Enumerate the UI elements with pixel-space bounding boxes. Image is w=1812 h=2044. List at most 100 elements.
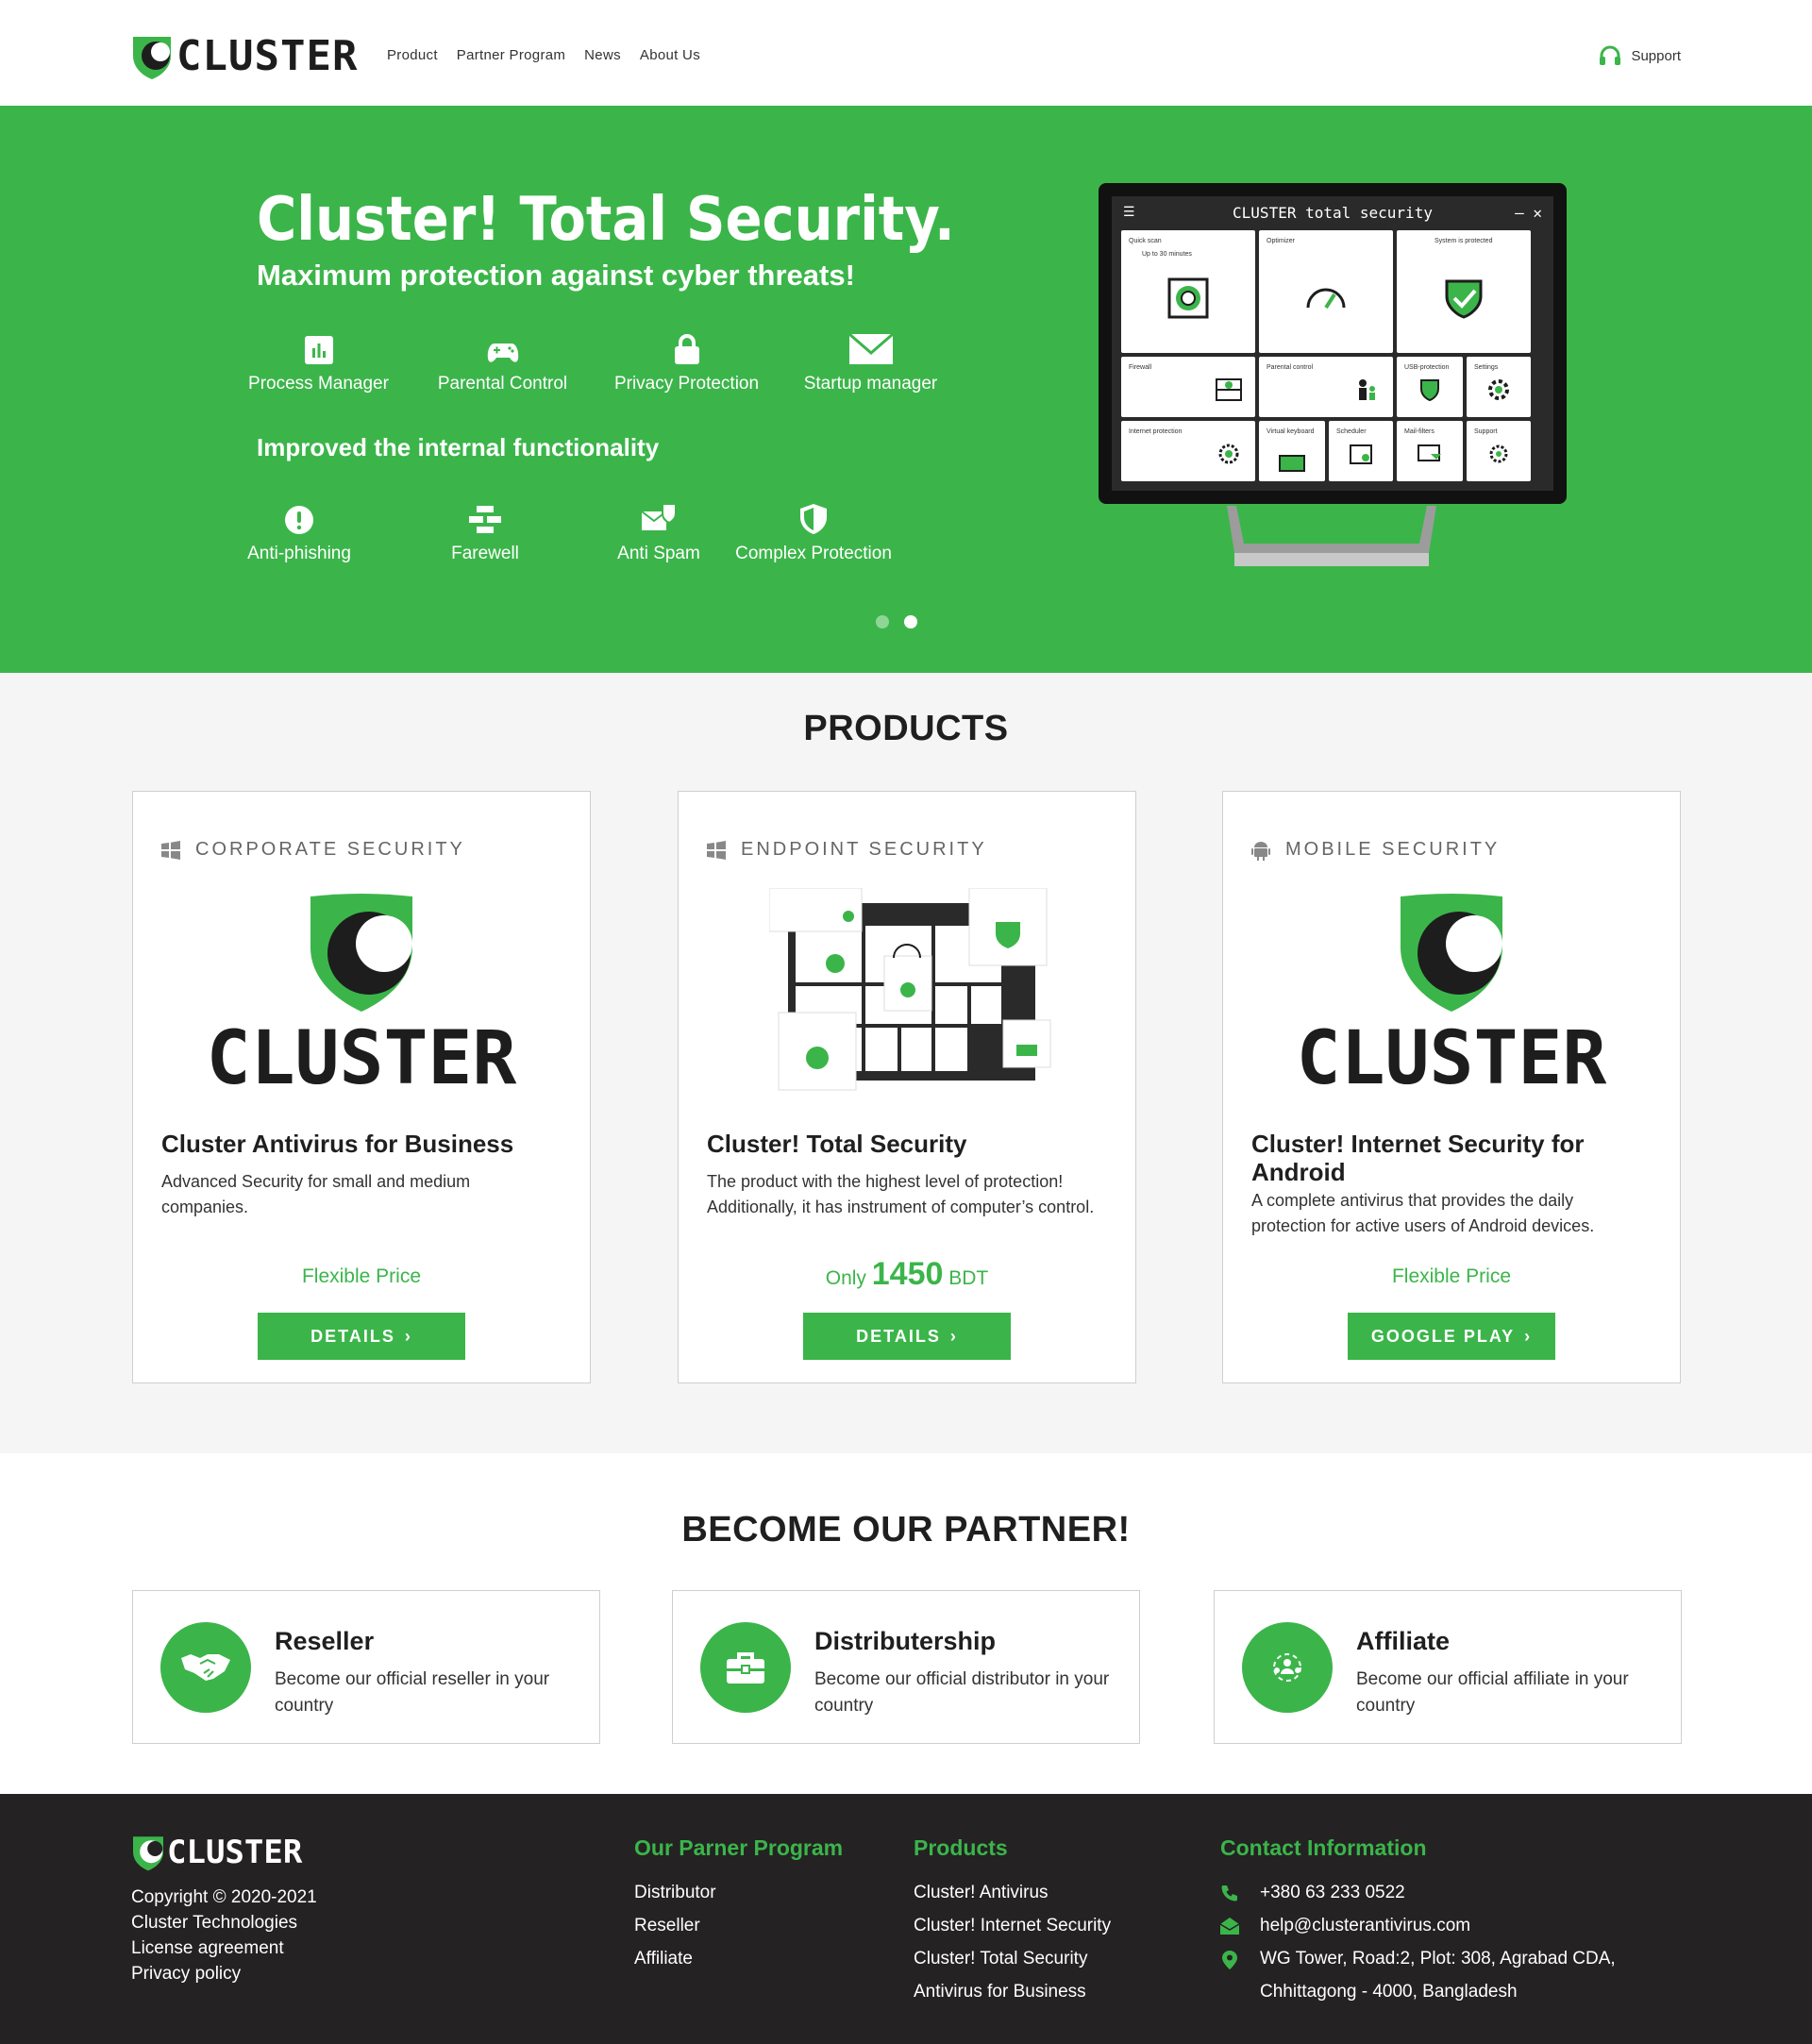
cluster-shield-icon	[310, 894, 412, 1012]
partner-card-reseller[interactable]: Reseller Become our official reseller in…	[132, 1590, 600, 1744]
site-footer: CLUSTER Copyright © 2020-2021 Cluster Te…	[0, 1794, 1812, 2044]
android-icon	[1251, 841, 1270, 861]
nav-news[interactable]: News	[584, 47, 621, 63]
footer-link-internet-security[interactable]: Cluster! Internet Security	[914, 1909, 1111, 1942]
product-price: Only 1450 BDT	[825, 1256, 989, 1292]
lock-icon	[674, 334, 699, 364]
product-desc: Advanced Security for small and medium c…	[161, 1172, 471, 1216]
address-line-2: Chhittagong - 4000, Bangladesh	[1260, 1982, 1518, 2002]
feature-label: Farewell	[451, 544, 519, 563]
partner-card-desc: Become our official affiliate in your co…	[1356, 1669, 1629, 1716]
windows-icon	[707, 840, 726, 860]
product-card-endpoint: ENDPOINT SECURITY Cluster! Total Securit…	[678, 791, 1136, 1383]
partner-section: BECOME OUR PARTNER! Reseller Become our …	[0, 1453, 1812, 1794]
map-pin-icon	[1222, 1951, 1237, 1969]
tile-scheduler: Scheduler	[1329, 421, 1393, 481]
tile-optimizer: Optimizer	[1259, 230, 1393, 353]
details-button[interactable]: DETAILS ›	[803, 1313, 1011, 1360]
firewall-icon	[469, 506, 501, 533]
app-screen: ☰ CLUSTER total security – ✕ Quick scan U…	[1112, 196, 1553, 491]
carousel-dot-1[interactable]	[876, 615, 889, 628]
footer-link-total-security[interactable]: Cluster! Total Security	[914, 1942, 1111, 1975]
shield-icon	[800, 504, 827, 534]
hero-subtitle: Maximum protection against cyber threats…	[257, 259, 855, 292]
tile-system-protected: System is protected	[1397, 230, 1531, 353]
address-line-1: WG Tower, Road:2, Plot: 308, Agrabad CDA…	[1260, 1949, 1616, 1969]
product-logo: CLUSTER	[133, 891, 590, 1101]
hero-banner: Cluster! Total Security. Maximum protect…	[0, 106, 1812, 673]
phone-number[interactable]: +380 63 233 0522	[1260, 1876, 1405, 1909]
menu-icon: ☰	[1123, 205, 1135, 220]
firewall-icon	[1215, 378, 1242, 402]
logo-text: CLUSTER	[176, 32, 359, 80]
product-category: CORPORATE SECURITY	[161, 839, 465, 861]
monitor-stand	[1227, 506, 1436, 566]
footer-logo[interactable]: CLUSTER	[131, 1834, 302, 1871]
app-title-bar: ☰ CLUSTER total security – ✕	[1112, 196, 1553, 228]
google-play-button[interactable]: GOOGLE PLAY ›	[1348, 1313, 1555, 1360]
product-price: Flexible Price	[301, 1265, 422, 1287]
logo[interactable]: CLUSTER	[131, 32, 358, 80]
family-icon	[1358, 379, 1375, 401]
feature-label: Parental Control	[437, 374, 568, 394]
footer-column-title: Our Parner Program	[634, 1835, 844, 1860]
feature-farewell: Farewell	[372, 493, 598, 564]
carousel-dot-2[interactable]	[904, 615, 917, 628]
footer-link-antivirus-business[interactable]: Antivirus for Business	[914, 1975, 1111, 2008]
support-gear-icon	[1489, 444, 1508, 463]
contact-address: WG Tower, Road:2, Plot: 308, Agrabad CDA…	[1220, 1942, 1616, 2008]
product-category: MOBILE SECURITY	[1251, 839, 1500, 861]
product-screenshot	[769, 888, 1051, 1091]
tile-quick-scan: Quick scan Up to 30 minutes	[1121, 230, 1255, 353]
email-address[interactable]: help@clusterantivirus.com	[1260, 1909, 1470, 1942]
product-logo: CLUSTER	[1223, 891, 1680, 1101]
site-header: CLUSTER Product Partner Program News Abo…	[0, 0, 1812, 106]
partner-card-title: Affiliate	[1356, 1627, 1451, 1655]
nav-partner-program[interactable]: Partner Program	[457, 47, 565, 63]
gear-icon	[1488, 379, 1509, 401]
usb-shield-icon	[1420, 379, 1439, 402]
chevron-right-icon: ›	[404, 1326, 412, 1346]
footer-link-distributor[interactable]: Distributor	[634, 1876, 843, 1909]
envelope-icon	[848, 334, 893, 364]
feature-label: Complex Protection	[735, 544, 892, 563]
scan-icon	[1167, 277, 1209, 318]
product-desc: A complete antivirus that provides the d…	[1251, 1191, 1595, 1235]
nav-about-us[interactable]: About Us	[640, 47, 700, 63]
mail-shield-icon	[642, 504, 676, 530]
details-button[interactable]: DETAILS ›	[258, 1313, 465, 1360]
partner-card-affiliate[interactable]: Affiliate Become our official affiliate …	[1214, 1590, 1682, 1744]
feature-label: Privacy Protection	[613, 374, 760, 394]
partner-icon-circle	[160, 1622, 251, 1713]
monitor-mockup: ☰ CLUSTER total security – ✕ Quick scan U…	[1099, 183, 1567, 504]
support-label: Support	[1631, 47, 1681, 64]
tile-internet-protection: Internet protection	[1121, 421, 1255, 481]
carousel-dots	[876, 615, 917, 628]
chevron-right-icon: ›	[949, 1326, 958, 1346]
windows-icon	[161, 840, 180, 860]
partner-title: BECOME OUR PARTNER!	[681, 1510, 1131, 1550]
tile-usb-protection: USB-protection	[1397, 357, 1463, 417]
license-agreement-link[interactable]: License agreement	[131, 1935, 317, 1961]
footer-link-reseller[interactable]: Reseller	[634, 1909, 843, 1942]
footer-link-antivirus[interactable]: Cluster! Antivirus	[914, 1876, 1111, 1909]
footer-logo-text: CLUSTER	[167, 1834, 303, 1871]
partner-card-distributership[interactable]: Distributership Become our official dist…	[672, 1590, 1140, 1744]
phone-icon	[1221, 1885, 1237, 1902]
partner-card-title: Distributership	[814, 1627, 997, 1655]
feature-privacy-protection: Privacy Protection	[595, 323, 779, 394]
footer-products-column: Products Cluster! Antivirus Cluster! Int…	[914, 1835, 1111, 2008]
tile-support: Support	[1467, 421, 1531, 481]
feature-label: Anti-phishing	[247, 544, 351, 563]
feature-process-manager: Process Manager	[226, 323, 411, 394]
product-name: Cluster! Total Security	[707, 1130, 967, 1158]
feature-label: Anti Spam	[617, 544, 700, 563]
support-link[interactable]: Support	[1599, 45, 1681, 66]
privacy-policy-link[interactable]: Privacy policy	[131, 1961, 317, 1986]
footer-link-affiliate[interactable]: Affiliate	[634, 1942, 843, 1975]
feature-startup-manager: Startup manager	[779, 323, 963, 394]
company-name: Cluster Technologies	[131, 1913, 298, 1933]
nav-product[interactable]: Product	[387, 47, 438, 63]
hero-title: Cluster! Total Security.	[257, 185, 955, 255]
shield-check-icon	[1445, 279, 1483, 319]
